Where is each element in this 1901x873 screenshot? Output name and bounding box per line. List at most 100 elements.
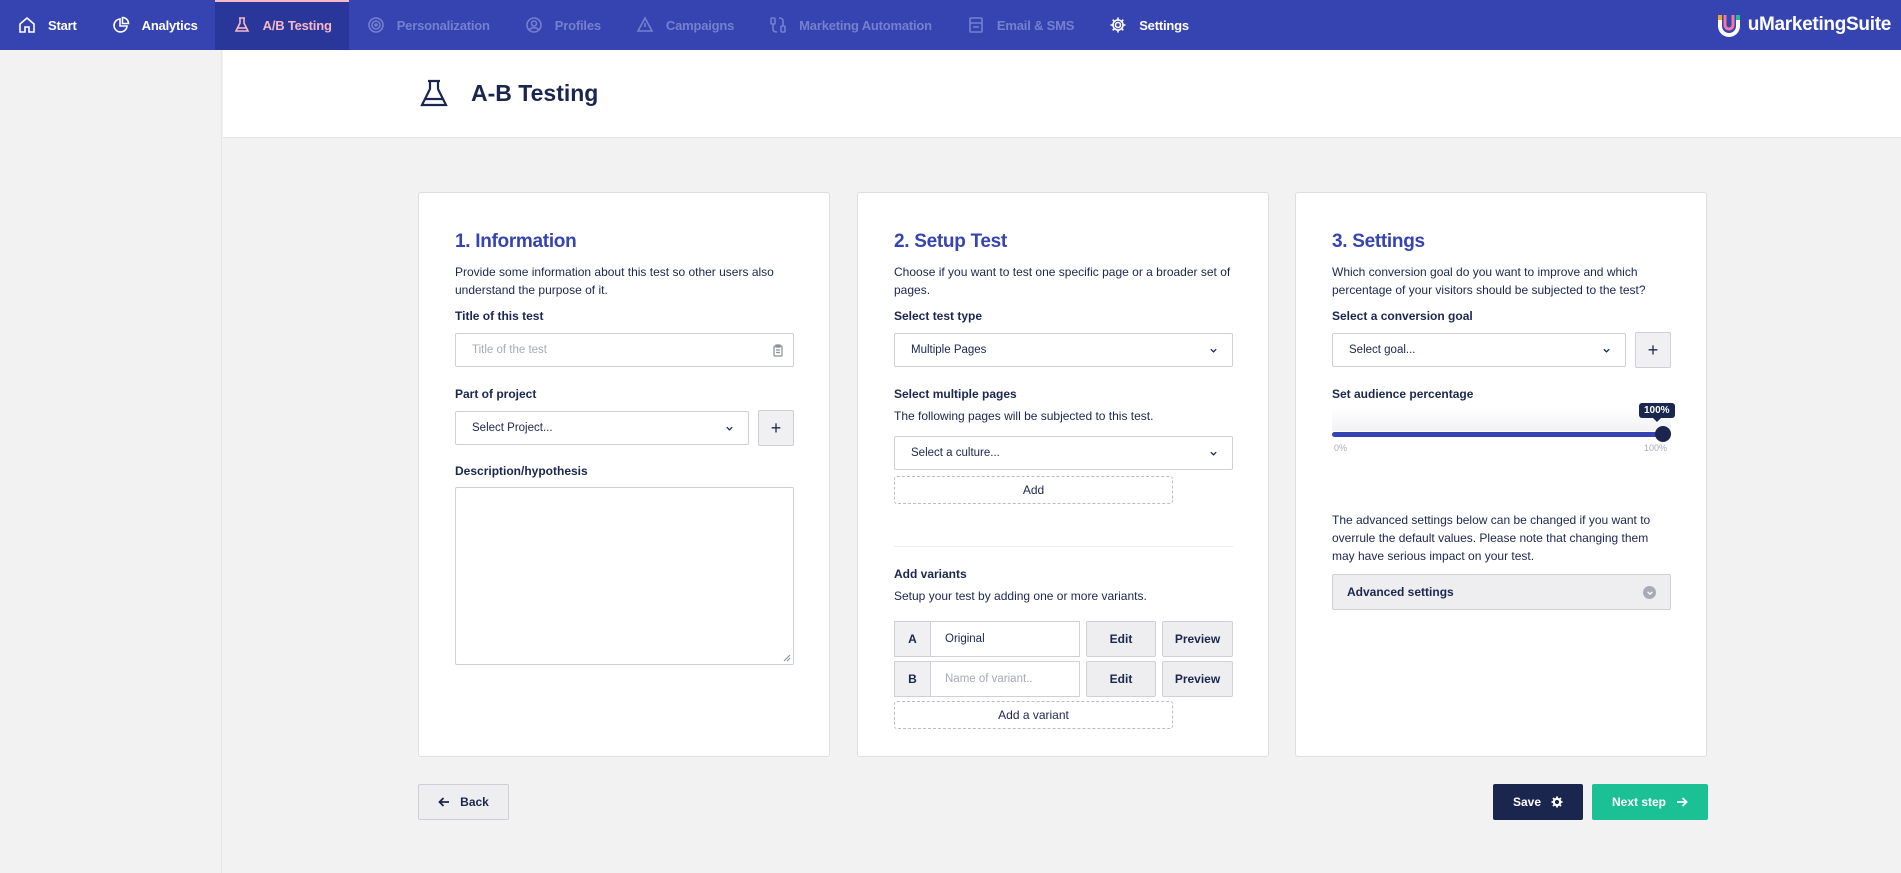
audience-slider-tooltip: 100% <box>1639 403 1675 422</box>
gear-icon <box>1551 796 1563 808</box>
nav-item-ab-testing[interactable]: A/B Testing <box>214 0 349 50</box>
save-label: Save <box>1512 795 1542 809</box>
multiple-pages-help: The following pages will be subjected to… <box>894 409 1154 423</box>
resize-handle-icon[interactable] <box>783 654 791 662</box>
nav-label: Marketing Automation <box>799 17 932 33</box>
culture-select-value: Select a culture... <box>911 447 1000 459</box>
nav-item-campaigns[interactable]: Campaigns <box>618 0 751 50</box>
title-label: Title of this test <box>455 309 544 323</box>
next-step-button[interactable]: Next step <box>1592 784 1708 820</box>
settings-description: Which conversion goal do you want to imp… <box>1332 265 1646 297</box>
nav-label: Profiles <box>554 17 601 33</box>
variants-label: Add variants <box>894 567 967 581</box>
home-icon <box>18 16 36 34</box>
nav-item-profiles[interactable]: Profiles <box>507 0 618 50</box>
variant-a-edit-button[interactable]: Edit <box>1086 621 1156 657</box>
description-textarea[interactable] <box>455 487 794 665</box>
variant-a-letter: A <box>894 621 930 657</box>
nav-label: Email & SMS <box>996 17 1075 33</box>
variant-a-value: Original <box>945 633 985 645</box>
clipboard-icon <box>773 344 783 357</box>
left-sidebar <box>0 50 222 873</box>
section-divider <box>894 546 1233 547</box>
top-navigation: Start Analytics A/B Testing Personalizat… <box>0 0 1901 50</box>
goal-select[interactable]: Select goal... <box>1332 333 1626 367</box>
arrow-left-icon <box>438 797 450 807</box>
test-title-placeholder: Title of the test <box>472 344 547 356</box>
audience-label: Set audience percentage <box>1332 387 1474 401</box>
variant-b-edit-button[interactable]: Edit <box>1086 661 1156 697</box>
add-variant-button[interactable]: Add a variant <box>894 701 1173 729</box>
test-type-value: Multiple Pages <box>911 344 987 356</box>
nav-label: Campaigns <box>665 17 735 33</box>
goal-label: Select a conversion goal <box>1332 309 1473 323</box>
settings-heading: 3. Settings <box>1332 231 1425 252</box>
test-title-input[interactable]: Title of the test <box>455 333 794 367</box>
flask-icon <box>420 79 448 107</box>
brand-name: uMarketingSuite <box>1747 14 1892 35</box>
nav-label: Start <box>48 17 77 33</box>
slider-min-label: 0% <box>1334 443 1348 453</box>
variant-a-input[interactable]: Original <box>930 621 1080 657</box>
next-step-label: Next step <box>1611 795 1667 809</box>
chevron-down-icon <box>1210 451 1217 456</box>
nav-item-personalization[interactable]: Personalization <box>349 0 507 50</box>
chevron-down-icon <box>1603 348 1610 353</box>
nav-label: Personalization <box>396 17 490 33</box>
chevron-down-icon <box>726 426 733 431</box>
variant-b-letter: B <box>894 661 930 697</box>
add-page-button[interactable]: Add <box>894 476 1173 504</box>
variant-b-preview-button[interactable]: Preview <box>1162 661 1233 697</box>
culture-select[interactable]: Select a culture... <box>894 436 1233 470</box>
gear-icon <box>1109 16 1127 34</box>
information-heading: 1. Information <box>455 231 577 252</box>
campaign-icon <box>636 16 654 34</box>
nav-label: Settings <box>1139 17 1189 33</box>
nav-item-email-sms[interactable]: Email & SMS <box>949 0 1091 50</box>
information-card: 1. Information Provide some information … <box>418 192 830 757</box>
project-select[interactable]: Select Project... <box>455 411 749 445</box>
project-label: Part of project <box>455 387 537 401</box>
save-button[interactable]: Save <box>1493 784 1583 820</box>
settings-card: 3. Settings Which conversion goal do you… <box>1295 192 1707 757</box>
variant-b-input[interactable]: Name of variant.. <box>930 661 1080 697</box>
information-description: Provide some information about this test… <box>455 265 774 297</box>
brand[interactable]: uMarketingSuite <box>1716 0 1901 50</box>
add-project-button[interactable]: + <box>758 410 794 446</box>
nav-item-settings[interactable]: Settings <box>1091 0 1206 50</box>
multiple-pages-label: Select multiple pages <box>894 387 1017 401</box>
description-label: Description/hypothesis <box>455 464 588 478</box>
variant-b-placeholder: Name of variant.. <box>945 673 1033 685</box>
automation-icon <box>769 16 787 34</box>
target-icon <box>367 16 385 34</box>
setup-description: Choose if you want to test one specific … <box>894 265 1231 297</box>
setup-test-card: 2. Setup Test Choose if you want to test… <box>857 192 1269 757</box>
advanced-help: The advanced settings below can be chang… <box>1332 513 1651 563</box>
slider-max-label: 100% <box>1644 443 1668 453</box>
nav-item-marketing-automation[interactable]: Marketing Automation <box>751 0 949 50</box>
profile-icon <box>525 16 543 34</box>
mail-icon <box>967 16 985 34</box>
project-select-value: Select Project... <box>472 422 553 434</box>
nav-label: Analytics <box>141 17 198 33</box>
umarketingsuite-logo-icon <box>1717 15 1740 37</box>
flask-icon <box>233 16 251 34</box>
test-type-select[interactable]: Multiple Pages <box>894 333 1233 367</box>
nav-label: A/B Testing <box>262 17 332 33</box>
slider-background <box>1332 407 1671 431</box>
nav-item-analytics[interactable]: Analytics <box>94 0 215 50</box>
variants-help: Setup your test by adding one or more va… <box>894 589 1147 603</box>
variant-a-preview-button[interactable]: Preview <box>1162 621 1233 657</box>
advanced-settings-toggle[interactable]: Advanced settings <box>1332 574 1671 610</box>
back-button[interactable]: Back <box>418 784 509 820</box>
goal-select-value: Select goal... <box>1349 344 1416 356</box>
nav-item-start[interactable]: Start <box>0 0 94 50</box>
setup-heading: 2. Setup Test <box>894 231 1007 252</box>
chevron-down-icon <box>1210 348 1217 353</box>
audience-slider-track[interactable] <box>1332 432 1663 437</box>
audience-slider-thumb[interactable] <box>1655 426 1671 442</box>
page-title: A-B Testing <box>471 80 599 106</box>
page-header: A-B Testing <box>223 50 1901 138</box>
advanced-settings-label: Advanced settings <box>1347 585 1454 599</box>
add-goal-button[interactable]: + <box>1635 332 1671 368</box>
